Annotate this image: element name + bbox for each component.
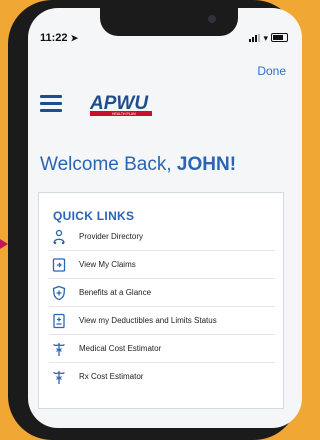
phone-notch	[100, 8, 238, 36]
wifi-icon: ▾	[263, 32, 268, 43]
signal-icon	[249, 33, 261, 42]
quick-link-deductibles-and-limits[interactable]: View my Deductibles and Limits Status	[49, 307, 275, 335]
svg-text:APWU: APWU	[89, 93, 149, 114]
quick-links-card: QUICK LINKS Provider Directory View My C…	[38, 192, 284, 409]
location-arrow-icon: ➤	[70, 33, 79, 43]
svg-text:HEALTH PLAN: HEALTH PLAN	[112, 112, 136, 116]
app-screen: 11:22 ➤ ▾ Done APWU HEALTH PLAN Welcome …	[28, 8, 302, 428]
quick-link-provider-directory[interactable]: Provider Directory	[49, 223, 275, 251]
caduceus-icon	[49, 369, 69, 385]
highlight-pointer-arrow	[0, 234, 8, 254]
provider-directory-icon	[49, 229, 69, 245]
quick-links-list: Provider Directory View My Claims Benefi…	[39, 223, 283, 390]
quick-link-label: Medical Cost Estimator	[79, 344, 162, 353]
quick-link-benefits-at-a-glance[interactable]: Benefits at a Glance	[49, 279, 275, 307]
quick-link-label: View my Deductibles and Limits Status	[79, 316, 217, 325]
quick-links-title: QUICK LINKS	[53, 209, 135, 223]
deductibles-icon	[49, 313, 69, 329]
claims-icon	[49, 257, 69, 273]
benefits-shield-icon	[49, 285, 69, 301]
quick-link-label: Provider Directory	[79, 232, 144, 241]
apwu-logo: APWU HEALTH PLAN	[89, 93, 152, 116]
phone-frame: 11:22 ➤ ▾ Done APWU HEALTH PLAN Welcome …	[8, 0, 302, 440]
quick-link-label: View My Claims	[79, 260, 136, 269]
welcome-heading: Welcome Back, JOHN!	[40, 154, 237, 175]
done-button[interactable]: Done	[257, 64, 286, 78]
caduceus-icon	[49, 341, 69, 357]
quick-link-label: Benefits at a Glance	[79, 288, 152, 297]
quick-link-view-my-claims[interactable]: View My Claims	[49, 251, 275, 279]
status-icons: ▾	[249, 33, 288, 42]
status-time: 11:22 ➤	[40, 32, 79, 44]
quick-link-label: Rx Cost Estimator	[79, 372, 144, 381]
hamburger-menu-icon[interactable]	[40, 95, 62, 113]
quick-link-rx-cost-estimator[interactable]: Rx Cost Estimator	[49, 363, 275, 390]
quick-link-medical-cost-estimator[interactable]: Medical Cost Estimator	[49, 335, 275, 363]
battery-icon	[271, 33, 288, 42]
